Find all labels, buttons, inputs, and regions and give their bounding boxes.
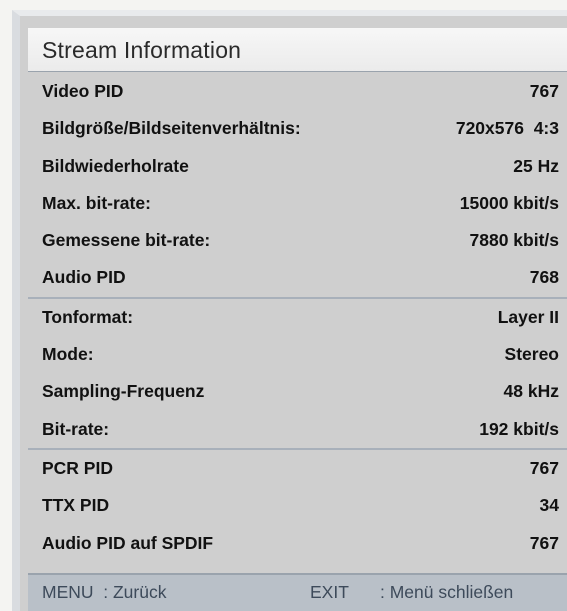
row-value: 25 Hz	[513, 155, 559, 176]
exit-close-hint: : Menü schließen	[380, 582, 514, 602]
exit-key-label[interactable]: EXIT	[310, 575, 349, 609]
info-row-ttx-pid: TTX PID 34	[28, 487, 567, 524]
pid-group: PCR PID 767 TTX PID 34 Audio PID auf SPD…	[28, 450, 567, 562]
row-label: Audio PID	[42, 267, 126, 288]
footer-hints: MENU : Zurück EXIT : Menü schließen	[28, 573, 567, 611]
row-label: PCR PID	[42, 457, 113, 478]
info-row-audio-bitrate: Bit-rate: 192 kbit/s	[28, 411, 567, 448]
info-row-pcr-pid: PCR PID 767	[28, 450, 567, 487]
info-row-audio-pid: Audio PID 768	[28, 259, 567, 296]
row-value: 767	[529, 81, 559, 101]
row-value: 767	[529, 457, 559, 478]
info-row-audio-format: Tonformat: Layer II	[28, 299, 567, 336]
row-value: 192 kbit/s	[479, 418, 559, 439]
row-label: TTX PID	[42, 495, 110, 516]
row-label: Tonformat:	[42, 306, 134, 327]
info-row-measured-bitrate: Gemessene bit-rate: 7880 kbit/s	[28, 222, 567, 259]
row-value: 767	[529, 532, 559, 553]
row-value: Stereo	[504, 344, 559, 365]
row-label: Video PID	[42, 81, 124, 101]
info-list: Video PID 767 Bildgröße/Bildseitenverhäl…	[28, 73, 567, 562]
info-row-spdif-pid: Audio PID auf SPDIF 767	[28, 525, 567, 562]
row-label: Mode:	[42, 344, 94, 365]
row-value: 7880 kbit/s	[469, 230, 560, 251]
stream-info-panel: Stream Information Video PID 767 Bildgrö…	[12, 10, 567, 611]
row-value: 768	[529, 267, 559, 288]
info-row-video-pid: Video PID 767	[28, 73, 567, 110]
info-row-aspect: Bildgröße/Bildseitenverhältnis: 720x576 …	[28, 110, 567, 147]
row-value: 15000 kbit/s	[459, 192, 559, 213]
row-label: Gemessene bit-rate:	[42, 230, 211, 251]
row-label: Bildgröße/Bildseitenverhältnis:	[42, 118, 301, 139]
row-value: 48 kHz	[503, 381, 559, 402]
info-row-sampling: Sampling-Frequenz 48 kHz	[28, 373, 567, 410]
row-label: Bildwiederholrate	[42, 155, 189, 176]
row-value: 34	[539, 495, 559, 516]
row-label: Bit-rate:	[42, 418, 110, 439]
audio-group: Tonformat: Layer II Mode: Stereo Samplin…	[28, 299, 567, 450]
info-row-mode: Mode: Stereo	[28, 336, 567, 373]
video-group: Video PID 767 Bildgröße/Bildseitenverhäl…	[28, 73, 567, 299]
info-row-max-bitrate: Max. bit-rate: 15000 kbit/s	[28, 185, 567, 222]
page-title: Stream Information	[42, 37, 242, 63]
row-value: 720x576 4:3	[455, 118, 559, 139]
row-label: Max. bit-rate:	[42, 192, 151, 213]
title-bar: Stream Information	[28, 28, 567, 72]
row-label: Sampling-Frequenz	[42, 381, 205, 402]
row-value: Layer II	[497, 306, 559, 327]
row-label: Audio PID auf SPDIF	[42, 532, 214, 553]
menu-back-hint[interactable]: MENU : Zurück	[42, 575, 166, 609]
info-row-frame-rate: Bildwiederholrate 25 Hz	[28, 148, 567, 185]
